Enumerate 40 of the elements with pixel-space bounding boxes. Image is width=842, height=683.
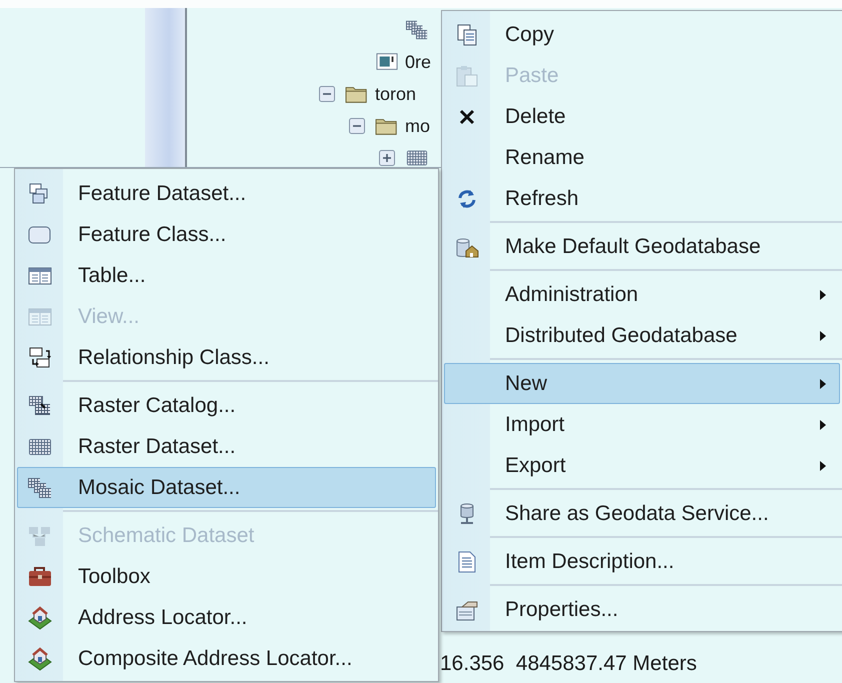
menu-item[interactable]: Share as Geodata Service... [444, 493, 840, 534]
collapse-toggle[interactable] [349, 118, 365, 134]
tree-item-label[interactable]: 0re [405, 48, 432, 76]
dot-grid-icon [27, 476, 53, 500]
house-marker-icon [27, 606, 53, 630]
menu-item[interactable]: Toolbox [17, 556, 436, 597]
menu-item[interactable]: Rename [444, 137, 840, 178]
menu-item[interactable]: Properties... [444, 589, 840, 630]
menu-item[interactable]: Distributed Geodatabase [444, 315, 840, 356]
menu-item[interactable]: Export [444, 445, 840, 486]
dot-grid-icon [405, 19, 429, 41]
menu-item[interactable]: Table... [17, 255, 436, 296]
status-bar-coordinates: 16.356 4845837.47 Meters [440, 652, 697, 675]
toolbox-icon [27, 564, 53, 588]
menu-item[interactable]: Feature Dataset... [17, 173, 436, 214]
house-marker-icon [27, 646, 53, 670]
menu-item[interactable]: Copy [444, 14, 840, 55]
menu-item[interactable]: Mosaic Dataset... [17, 467, 436, 508]
menu-item[interactable]: Feature Class... [17, 214, 436, 255]
image-file-icon [375, 51, 399, 73]
menu-item[interactable]: Address Locator... [17, 597, 436, 638]
scrollbar[interactable] [145, 8, 187, 167]
clipboard-icon [454, 64, 480, 88]
menu-item[interactable]: Make Default Geodatabase [444, 226, 840, 267]
tree-item-label[interactable]: toron [375, 80, 416, 108]
expand-toggle[interactable] [379, 150, 395, 166]
collapse-toggle[interactable] [319, 86, 335, 102]
menu-item[interactable]: Import [444, 404, 840, 445]
menu-item[interactable]: New [444, 363, 840, 404]
linked-boxes-icon [27, 346, 53, 370]
menu-item[interactable]: Delete [444, 96, 840, 137]
menu-item[interactable]: Relationship Class... [17, 337, 436, 378]
raster-stack-icon [27, 394, 53, 418]
menu-item[interactable]: Administration [444, 274, 840, 315]
menu-item[interactable]: Raster Catalog... [17, 385, 436, 426]
menu-item[interactable]: Refresh [444, 178, 840, 219]
menu-item[interactable]: Item Description... [444, 541, 840, 582]
tree-item-label[interactable]: mo [405, 112, 430, 140]
menu-item[interactable]: Composite Address Locator... [17, 638, 436, 679]
menu-item[interactable]: Raster Dataset... [17, 426, 436, 467]
